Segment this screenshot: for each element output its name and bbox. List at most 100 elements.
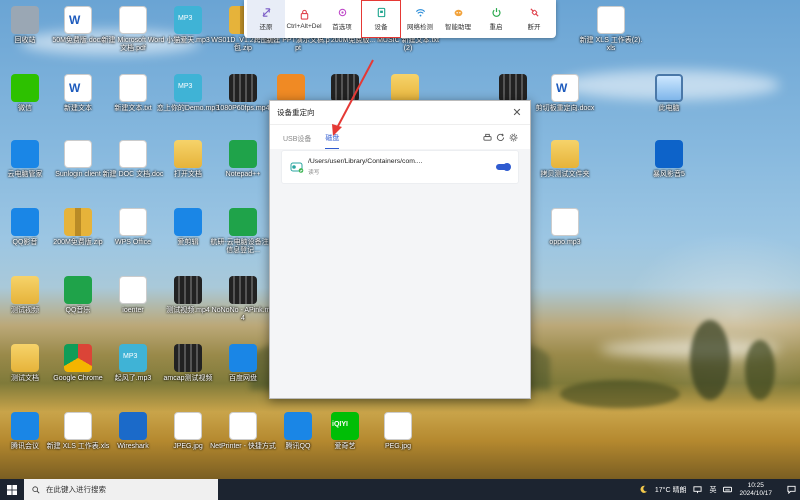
restore-icon bbox=[261, 8, 271, 17]
tree bbox=[690, 320, 730, 400]
desktop-icon[interactable]: 航研-云电脑设备注册信息登记... bbox=[210, 206, 276, 266]
toolbar-restart-button[interactable]: 重启 bbox=[477, 0, 515, 38]
desktop-icon[interactable]: 拷贝测试文件夹 bbox=[532, 138, 598, 198]
device-icon bbox=[377, 7, 385, 18]
dialog-tabs: USB设备 磁盘 bbox=[270, 125, 530, 149]
toolbar-network-check-button[interactable]: 网络检测 bbox=[401, 0, 439, 38]
desktop-icon-label: 航研-云电脑设备注册信息登记... bbox=[210, 239, 276, 254]
tree bbox=[745, 340, 775, 400]
file-icon bbox=[229, 74, 257, 102]
file-icon bbox=[551, 140, 579, 168]
file-icon bbox=[11, 140, 39, 168]
disk-item-card: /Users/user/Library/Containers/com.... 读… bbox=[282, 151, 518, 183]
remote-toolbar: 还原 Ctrl+Alt+Del 首选项 设备 网络检测 智能助理 重启 断开 bbox=[244, 0, 556, 38]
toolbar-label: 网络检测 bbox=[407, 24, 433, 31]
desktop-icon-label: MUSIC 新建文本.txt(2) bbox=[377, 37, 439, 52]
file-icon bbox=[64, 276, 92, 304]
desktop-icon-label: 百度网盘 bbox=[229, 375, 257, 382]
toolbar-restore-button[interactable]: 还原 bbox=[247, 0, 285, 38]
file-icon bbox=[551, 208, 579, 236]
dialog-body: /Users/user/Library/Containers/com.... 读… bbox=[270, 149, 530, 398]
refresh-icon[interactable] bbox=[496, 133, 505, 142]
taskbar-clock[interactable]: 10:25 2024/10/17 bbox=[739, 482, 772, 498]
preferences-icon bbox=[338, 8, 346, 17]
printer-icon[interactable] bbox=[483, 133, 492, 142]
file-icon bbox=[11, 412, 39, 440]
file-icon bbox=[331, 74, 359, 102]
desktop-icon-label: 暴风影音5 bbox=[653, 171, 685, 178]
desktop-icon-label: 剪切板重定向.docx bbox=[535, 105, 595, 112]
desktop-icon[interactable]: 新建 XLS 工作表(2).xls bbox=[578, 4, 644, 64]
desktop-icon[interactable]: 百度网盘 bbox=[210, 342, 276, 402]
file-icon bbox=[119, 140, 147, 168]
desktop-icon[interactable]: 剪切板重定向.docx bbox=[532, 72, 598, 132]
tab-disk[interactable]: 磁盘 bbox=[325, 133, 340, 149]
desktop-icon[interactable]: 暴风影音5 bbox=[636, 138, 702, 198]
keyboard-icon[interactable] bbox=[723, 485, 733, 494]
input-method-indicator[interactable]: 英 bbox=[709, 485, 716, 495]
file-icon bbox=[64, 208, 92, 236]
file-icon bbox=[64, 140, 92, 168]
file-icon bbox=[384, 412, 412, 440]
desktop-icon[interactable]: 此电脑 bbox=[636, 72, 702, 132]
file-icon bbox=[174, 276, 202, 304]
notification-icon bbox=[786, 485, 796, 494]
close-icon[interactable]: ✕ bbox=[511, 107, 523, 119]
moon-weather-icon[interactable] bbox=[639, 485, 648, 494]
toolbar-label: 设备 bbox=[374, 24, 388, 31]
file-icon bbox=[229, 140, 257, 168]
toolbar-disconnect-button[interactable]: 断开 bbox=[515, 0, 553, 38]
desktop-icon[interactable]: PEG.jpg bbox=[365, 410, 431, 470]
file-icon bbox=[64, 412, 92, 440]
network-status-icon[interactable] bbox=[693, 485, 703, 494]
taskbar: 在此键入进行搜索 17°C 晴朗 英 10:25 2024/10/17 bbox=[0, 479, 800, 500]
toolbar-device-button[interactable]: 设备 bbox=[361, 0, 401, 38]
file-icon bbox=[11, 6, 39, 34]
desktop-icon-label: oppo.mp3 bbox=[549, 239, 581, 246]
disk-redirect-toggle[interactable] bbox=[496, 163, 511, 171]
file-icon bbox=[64, 344, 92, 372]
windows-icon bbox=[7, 484, 17, 495]
file-icon bbox=[174, 412, 202, 440]
disk-icon bbox=[290, 162, 304, 173]
weather-text[interactable]: 17°C 晴朗 bbox=[655, 485, 687, 495]
file-icon bbox=[655, 74, 683, 102]
desktop-icon-label: NoNoNo - APink.mp4 bbox=[211, 307, 275, 322]
disk-access-mode: 读写 bbox=[308, 170, 320, 176]
toolbar-ctrl-alt-del-button[interactable]: Ctrl+Alt+Del bbox=[285, 0, 323, 38]
file-icon bbox=[174, 74, 202, 102]
toolbar-label: 断开 bbox=[527, 24, 541, 31]
notification-button[interactable] bbox=[784, 479, 798, 500]
start-button[interactable] bbox=[0, 479, 24, 500]
toolbar-preferences-button[interactable]: 首选项 bbox=[323, 0, 361, 38]
toolbar-label: 还原 bbox=[259, 24, 273, 31]
clock-date: 2024/10/17 bbox=[739, 489, 772, 497]
file-icon bbox=[119, 6, 147, 34]
desktop-icon[interactable]: oppo.mp3 bbox=[532, 206, 598, 266]
file-icon bbox=[174, 6, 202, 34]
dialog-title: 设备重定向 bbox=[277, 108, 315, 117]
toolbar-label: 智能助理 bbox=[445, 24, 471, 31]
file-icon bbox=[284, 412, 312, 440]
gear-icon[interactable] bbox=[509, 133, 518, 142]
taskbar-search-box[interactable]: 在此键入进行搜索 bbox=[24, 479, 218, 500]
file-icon bbox=[229, 208, 257, 236]
file-icon bbox=[551, 74, 579, 102]
dialog-tools bbox=[483, 133, 518, 142]
file-icon bbox=[597, 6, 625, 34]
desktop-icon[interactable]: NoNoNo - APink.mp4 bbox=[210, 274, 276, 334]
file-icon bbox=[11, 344, 39, 372]
file-icon bbox=[655, 140, 683, 168]
file-icon bbox=[229, 344, 257, 372]
tab-usb-devices[interactable]: USB设备 bbox=[283, 134, 311, 149]
device-redirect-dialog: 设备重定向 ✕ USB设备 磁盘 /Users/user/Library/Con… bbox=[269, 100, 531, 399]
search-icon bbox=[32, 485, 40, 493]
tree bbox=[560, 380, 680, 408]
file-icon bbox=[229, 276, 257, 304]
file-icon bbox=[174, 140, 202, 168]
toolbar-assistant-button[interactable]: 智能助理 bbox=[439, 0, 477, 38]
file-icon bbox=[11, 74, 39, 102]
desktop-icon[interactable]: Notepad++ bbox=[210, 138, 276, 198]
file-icon bbox=[64, 74, 92, 102]
file-icon bbox=[229, 412, 257, 440]
